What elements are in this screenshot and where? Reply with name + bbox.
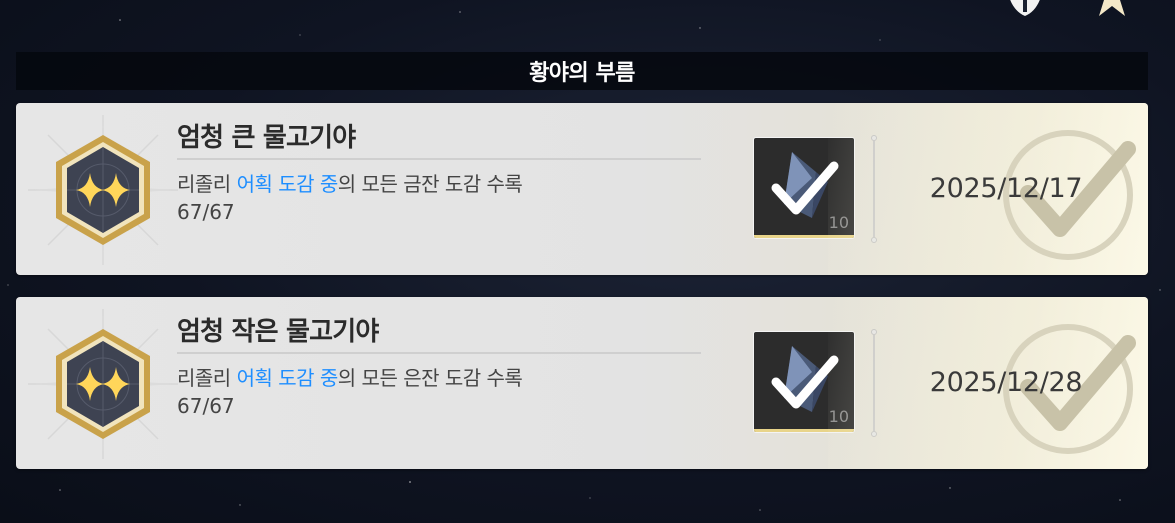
star-icon[interactable] bbox=[1090, 0, 1134, 16]
achievement-card[interactable]: 엄청 작은 물고기야 리졸리 어획 도감 중의 모든 은잔 도감 수록 67/6… bbox=[16, 297, 1148, 469]
reward-rarity-stripe bbox=[754, 235, 854, 238]
desc-highlight-link[interactable]: 어획 도감 중 bbox=[237, 172, 339, 196]
desc-prefix: 리졸리 bbox=[177, 172, 237, 196]
vertical-separator bbox=[871, 135, 877, 243]
hexagon-sparkle-badge-icon bbox=[28, 309, 178, 459]
title-divider bbox=[177, 352, 701, 354]
desc-suffix: 의 모든 은잔 도감 수록 bbox=[337, 366, 523, 390]
completion-date: 2025/12/28 bbox=[929, 367, 1083, 398]
achievement-progress: 67/67 bbox=[177, 200, 235, 224]
achievement-description: 리졸리 어획 도감 중의 모든 금잔 도감 수록 bbox=[177, 168, 523, 197]
achievement-card[interactable]: 엄청 큰 물고기야 리졸리 어획 도감 중의 모든 금잔 도감 수록 67/67… bbox=[16, 103, 1148, 275]
shield-emblem-icon[interactable] bbox=[1003, 0, 1047, 16]
desc-suffix: 의 모든 금잔 도감 수록 bbox=[337, 172, 523, 196]
title-divider bbox=[177, 158, 701, 160]
reward-item[interactable]: 10 bbox=[753, 137, 855, 239]
desc-highlight-link[interactable]: 어획 도감 중 bbox=[237, 366, 339, 390]
desc-prefix: 리졸리 bbox=[177, 366, 237, 390]
section-title: 황야의 부름 bbox=[529, 61, 635, 86]
reward-item[interactable]: 10 bbox=[753, 331, 855, 433]
achievement-progress: 67/67 bbox=[177, 394, 235, 418]
achievement-description: 리졸리 어획 도감 중의 모든 은잔 도감 수록 bbox=[177, 362, 523, 391]
section-header: 황야의 부름 bbox=[16, 52, 1148, 90]
achievement-title: 엄청 작은 물고기야 bbox=[177, 317, 379, 347]
reward-count: 10 bbox=[828, 213, 849, 232]
reward-rarity-stripe bbox=[754, 429, 854, 432]
completion-date: 2025/12/17 bbox=[929, 173, 1083, 204]
achievement-title: 엄청 큰 물고기야 bbox=[177, 123, 356, 153]
hexagon-sparkle-badge-icon bbox=[28, 115, 178, 265]
vertical-separator bbox=[871, 329, 877, 437]
reward-count: 10 bbox=[828, 407, 849, 426]
